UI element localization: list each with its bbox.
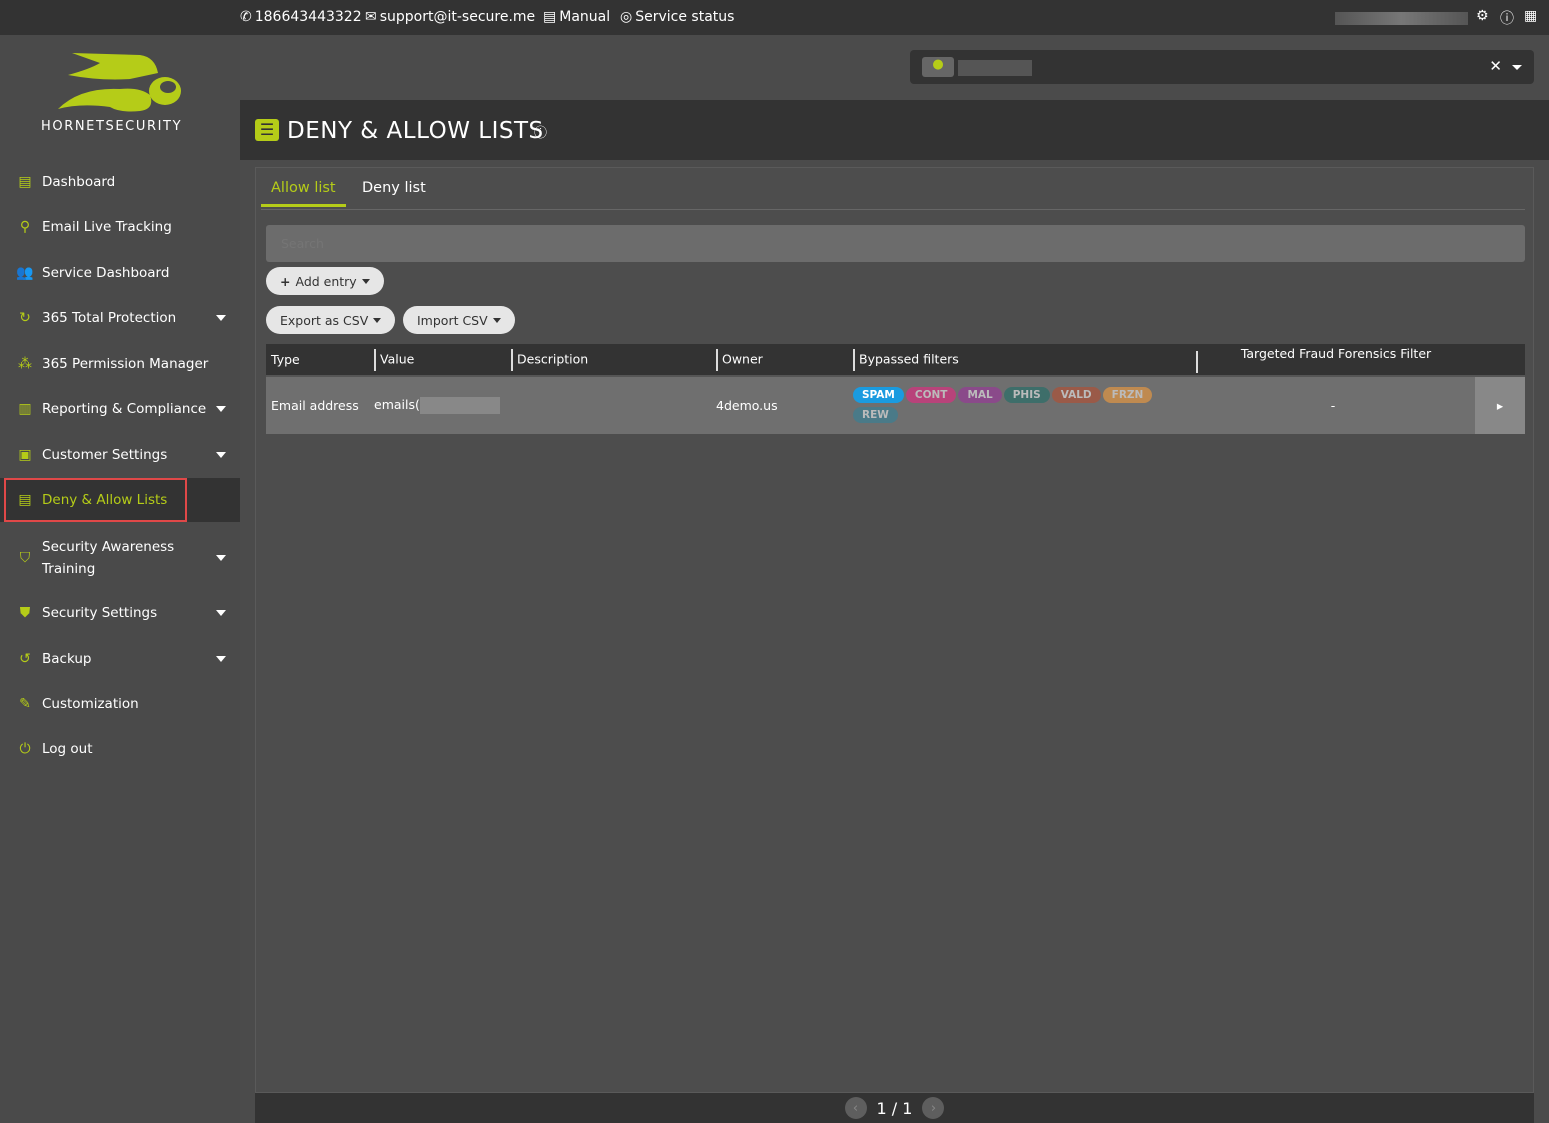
prev-page-button[interactable]: ‹ (844, 1097, 867, 1119)
sidebar-item-365-total-protection[interactable]: ↻ 365 Total Protection (0, 296, 240, 340)
email-link[interactable]: ✉ support@it-secure.me (365, 9, 535, 25)
search-icon: ⚲ (19, 219, 31, 235)
redacted-value (419, 397, 500, 414)
book-icon: ▤ (543, 9, 557, 25)
filter-badge-frzn: FRZN (1102, 386, 1153, 403)
sidebar-item-service-dashboard[interactable]: 👥 Service Dashboard (0, 251, 240, 295)
sidebar-item-log-out[interactable]: ⏻ Log out (0, 727, 240, 771)
sidebar-item-security-settings[interactable]: ⛊ Security Settings (0, 591, 240, 635)
col-description[interactable]: Description (506, 344, 711, 377)
cell-tff: - (1191, 376, 1475, 434)
redacted-customer (958, 60, 1032, 76)
power-icon: ⏻ (19, 741, 31, 757)
entries-table: Type Value Description Owner Bypassed fi… (266, 344, 1525, 434)
caret-right-icon: ▸ (1496, 398, 1504, 413)
backup-icon: ↺ (19, 651, 31, 667)
sidebar-item-deny-allow-lists[interactable]: ▤ Deny & Allow Lists (0, 478, 240, 522)
col-value[interactable]: Value (369, 344, 506, 377)
dashboard-icon: ▤ (18, 174, 32, 190)
page-indicator: 1 / 1 (876, 1098, 913, 1118)
sidebar-item-backup[interactable]: ↺ Backup (0, 637, 240, 681)
sidebar-item-365-permission-manager[interactable]: ⁂ 365 Permission Manager (0, 342, 240, 386)
sidebar-item-security-awareness-training[interactable]: ⛉ Security Awareness Training (0, 535, 240, 581)
plus-icon: + (280, 273, 291, 289)
sidebar-item-dashboard[interactable]: ▤ Dashboard (0, 160, 240, 204)
pagination: ‹ 1 / 1 › (255, 1093, 1534, 1123)
sidebar-item-reporting-compliance[interactable]: ▥ Reporting & Compliance (0, 387, 240, 431)
network-icon: ⁂ (18, 356, 32, 372)
filter-badge-vald: VALD (1051, 386, 1101, 403)
filter-badge-phis: PHIS (1003, 386, 1050, 403)
settings-icon[interactable]: ⚙ (1476, 8, 1489, 24)
filter-badge-cont: CONT (905, 386, 957, 403)
customer-selector[interactable]: ● ✕ (910, 50, 1534, 84)
page-header: ☰ DENY & ALLOW LISTS ⓘ (240, 100, 1549, 160)
close-icon[interactable]: ✕ (1489, 57, 1502, 75)
id-card-icon: ▣ (18, 447, 32, 463)
filter-badge-rew: REW (853, 406, 898, 423)
redacted-user (1335, 12, 1468, 25)
filter-badge-spam: SPAM (853, 386, 904, 403)
phone-link[interactable]: ✆ 186643443322 (240, 9, 362, 25)
shield-icon: ⛊ (19, 605, 31, 621)
cell-description (506, 376, 711, 434)
info-icon[interactable]: ⓘ (1500, 8, 1514, 28)
export-csv-button[interactable]: Export as CSV (266, 306, 396, 334)
chevron-down-icon (373, 317, 382, 323)
chevron-down-icon (216, 406, 226, 412)
chevron-down-icon (216, 610, 226, 616)
sidebar-item-customer-settings[interactable]: ▣ Customer Settings (0, 433, 240, 477)
col-bypassed-filters[interactable]: Bypassed filters (848, 344, 1191, 377)
apps-grid-icon[interactable]: ▦ (1524, 8, 1537, 24)
service-status-link[interactable]: ◎ Service status (620, 9, 734, 25)
col-owner[interactable]: Owner (711, 344, 848, 377)
row-expand-button[interactable]: ▸ (1475, 376, 1525, 434)
cell-bypassed-filters: SPAM CONT MAL PHIS VALD FRZN REW (848, 376, 1191, 434)
chevron-down-icon (216, 315, 226, 321)
filter-badge-mal: MAL (958, 386, 1002, 403)
page-title: DENY & ALLOW LISTS (287, 118, 544, 144)
top-bar: ✆ 186643443322 ✉ support@it-secure.me ▤ Man… (0, 0, 1549, 35)
status-icon: ◎ (620, 9, 633, 25)
add-entry-button[interactable]: + Add entry (266, 267, 384, 295)
manual-link[interactable]: ▤ Manual (543, 9, 610, 25)
col-tff[interactable]: Targeted Fraud Forensics Filter (1191, 344, 1475, 377)
phone-icon: ✆ (240, 9, 252, 25)
tab-allow-list[interactable]: Allow list (261, 180, 346, 207)
chevron-down-icon (216, 656, 226, 662)
import-csv-button[interactable]: Import CSV (403, 306, 515, 334)
shield-badge-icon: ⛉ (19, 550, 31, 566)
sidebar-item-email-live-tracking[interactable]: ⚲ Email Live Tracking (0, 205, 240, 249)
tab-deny-list[interactable]: Deny list (352, 180, 436, 204)
user-icon: ● (922, 57, 954, 77)
chevron-down-icon (216, 555, 226, 561)
sidebar: HORNETSECURITY ▤ Dashboard ⚲ Email Live Tr… (0, 35, 240, 1123)
search-input[interactable] (266, 225, 1525, 262)
envelope-icon: ✉ (365, 9, 377, 25)
content-panel: Allow list Deny list +Add entry Export a… (255, 167, 1534, 1093)
chevron-down-icon (492, 317, 501, 323)
brand-name: HORNETSECURITY (41, 119, 183, 134)
table-row[interactable]: Email address emails( 4demo.us SPAM CONT M… (266, 376, 1525, 434)
cell-owner: 4demo.us (711, 376, 848, 434)
info-icon[interactable]: ⓘ (534, 122, 547, 141)
chevron-down-icon[interactable] (1512, 65, 1522, 70)
sidebar-item-customization[interactable]: ✎ Customization (0, 682, 240, 726)
chart-icon: ▥ (18, 401, 32, 417)
col-type[interactable]: Type (266, 344, 369, 377)
list-icon: ☰ (255, 119, 279, 141)
chevron-down-icon (216, 452, 226, 458)
refresh-icon: ↻ (19, 310, 31, 326)
users-icon: 👥 (16, 265, 34, 281)
next-page-button[interactable]: › (922, 1097, 945, 1119)
cell-value: emails( (369, 376, 506, 434)
cell-type: Email address (266, 376, 369, 434)
chevron-down-icon (361, 278, 370, 284)
brush-icon: ✎ (19, 696, 31, 712)
